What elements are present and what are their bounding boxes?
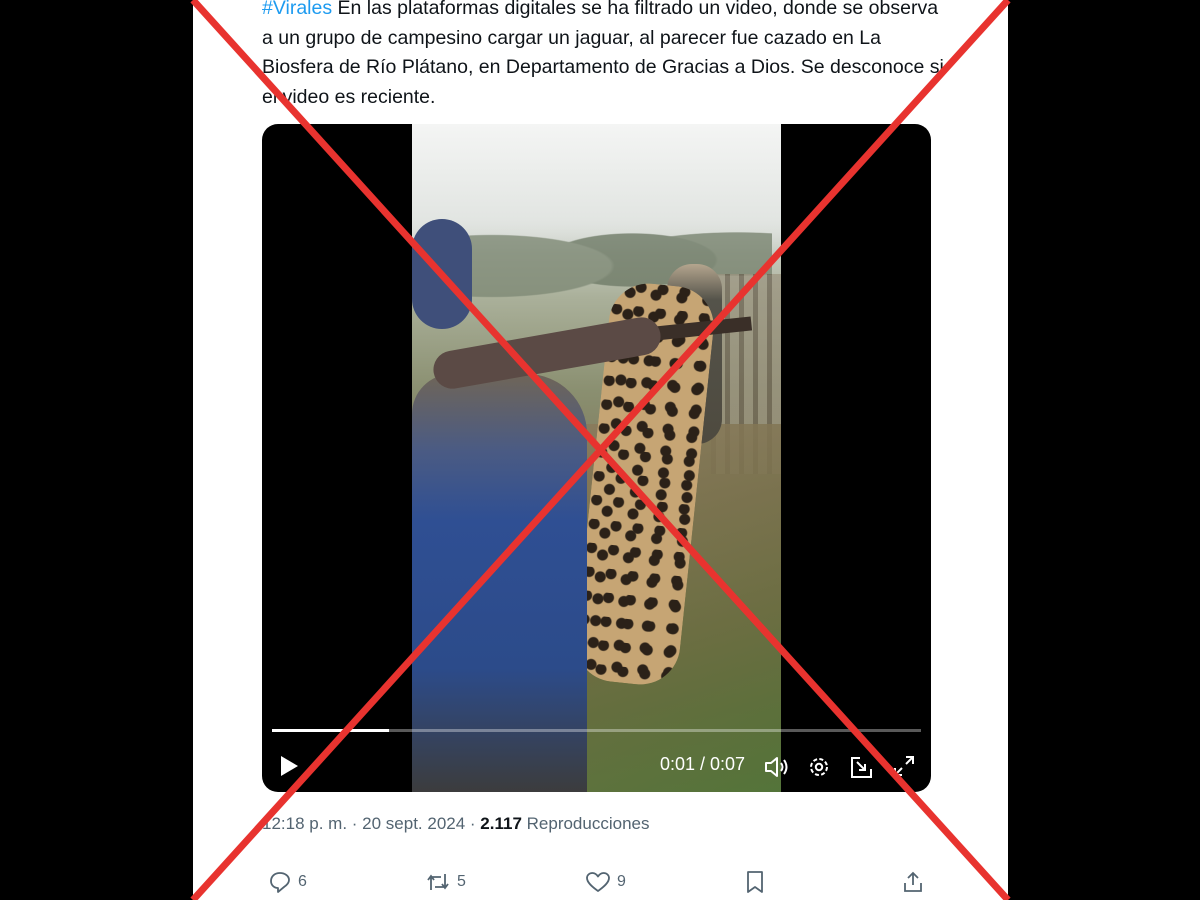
reply-icon [270, 872, 290, 893]
fullscreen-button[interactable] [892, 754, 916, 778]
hashtag-link[interactable]: #Virales [262, 0, 332, 19]
video-progress-bar[interactable] [272, 729, 921, 732]
video-frame [412, 124, 781, 792]
dock-button[interactable] [849, 754, 875, 780]
volume-button[interactable] [764, 755, 790, 779]
tweet-text: #Virales En las plataformas digitales se… [262, 0, 952, 112]
timestamp[interactable]: 12:18 p. m. · 20 sept. 2024 · [262, 814, 480, 833]
repost-count: 5 [457, 873, 466, 890]
bookmark-button[interactable] [744, 870, 766, 894]
play-icon [281, 756, 298, 776]
play-button[interactable] [278, 754, 300, 778]
video-time: 0:01 / 0:07 [660, 754, 746, 774]
reply-button[interactable]: 6 [268, 870, 307, 894]
dock-icon [851, 757, 872, 778]
views-label: Reproducciones [521, 814, 650, 833]
share-icon [904, 871, 922, 892]
repost-button[interactable]: 5 [425, 870, 466, 894]
heart-icon [586, 872, 610, 892]
gear-icon [810, 758, 828, 776]
like-count: 9 [617, 873, 626, 890]
frame-head [412, 219, 472, 329]
bookmark-icon [747, 871, 763, 893]
like-button[interactable]: 9 [585, 870, 626, 894]
tweet-meta: 12:18 p. m. · 20 sept. 2024 · 2.117 Repr… [262, 814, 649, 834]
volume-icon [765, 757, 788, 777]
tweet-card: #Virales En las plataformas digitales se… [193, 0, 1008, 900]
video-player[interactable]: 0:01 / 0:07 [262, 124, 931, 792]
reply-count: 6 [298, 873, 307, 890]
video-progress-fill [272, 729, 389, 732]
repost-icon [427, 874, 449, 890]
share-button[interactable] [901, 870, 925, 894]
views-count: 2.117 [480, 814, 522, 833]
expand-icon [894, 756, 914, 776]
tweet-body: En las plataformas digitales se ha filtr… [262, 0, 944, 108]
action-bar: 6 5 9 [193, 870, 1008, 900]
settings-button[interactable] [807, 755, 831, 779]
